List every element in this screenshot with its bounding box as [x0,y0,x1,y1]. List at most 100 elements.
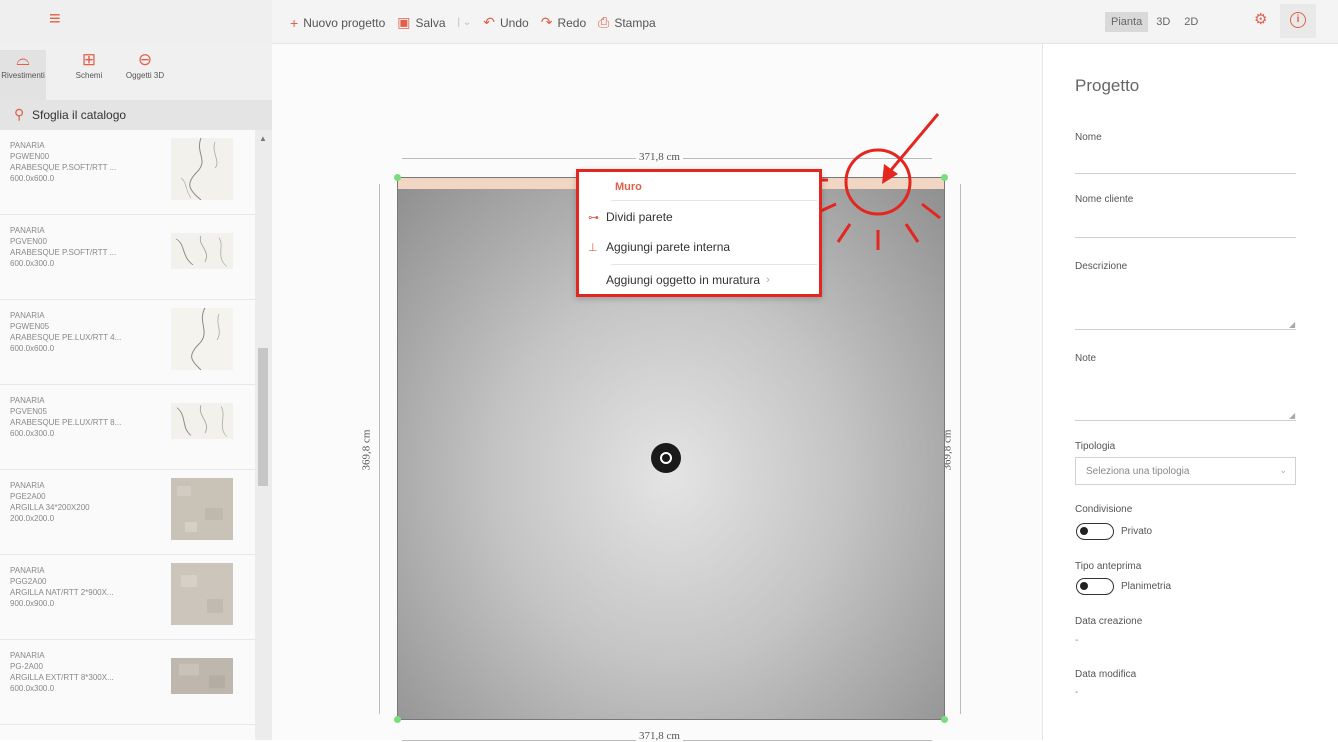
wall-context-menu: Muro ⊶ Dividi parete ⊥ Aggiungi parete i… [576,169,822,297]
description-field[interactable] [1075,329,1296,330]
tab-oggetti-3d[interactable]: ⊖ Oggetti 3D [122,50,168,80]
resize-grip-icon[interactable]: ◢ [1289,320,1295,329]
list-item[interactable]: PANARIA PG-2A00 ARGILLA EXT/RTT 8*300X..… [0,640,255,725]
redo-button[interactable]: ↷ Redo [541,14,586,31]
list-item[interactable]: PANARIA PGVEN05 ARABESQUE PE.LUX/RTT 8..… [0,385,255,470]
tab-oggetti-label: Oggetti 3D [125,71,165,80]
corner-handle[interactable] [941,716,948,723]
redo-icon: ↷ [540,14,553,30]
new-project-label: Nuovo progetto [303,15,386,30]
toolbar: + Nuovo progetto ▣ Salva | ⌄ ↶ Undo ↷ Re… [290,14,668,31]
tab-schemi-label: Schemi [75,71,103,80]
catalog-tabs: ⌓ Rivestimenti ⊞ Schemi ⊖ Oggetti 3D [0,44,272,100]
plus-icon: + [290,14,299,31]
product-thumbnail [171,308,233,370]
product-list: PANARIA PGWEN00 ARABESQUE P.SOFT/RTT ...… [0,130,255,740]
gear-icon[interactable]: ⚙ [1254,10,1267,28]
save-icon: ▣ [397,14,411,30]
catalog-scrollbar[interactable]: ▲ [255,130,272,740]
notes-label: Note [1075,353,1097,364]
view-tabs: Pianta 3D 2D [1105,12,1206,32]
page-title: Progetto [1075,76,1140,95]
save-dropdown-icon[interactable]: | ⌄ [458,17,472,28]
add-inner-wall-item[interactable]: ⊥ Aggiungi parete interna [588,240,730,254]
preview-type-label: Tipo anteprima [1075,561,1142,572]
tab-rivestimenti-label: Rivestimenti [1,71,45,80]
client-name-label: Nome cliente [1075,194,1134,205]
save-label: Salva [415,15,446,30]
print-button[interactable]: ⎙ Stampa [598,14,656,31]
sharing-value: Privato [1121,526,1153,537]
dimension-line-right [960,184,961,714]
chevron-right-icon: › [766,274,770,286]
undo-button[interactable]: ↶ Undo [483,14,528,31]
add-inner-wall-label: Aggiungi parete interna [606,240,731,254]
dimension-line-left [379,184,380,714]
list-item[interactable]: PANARIA PGG2A00 ARGILLA NAT/RTT 2*900X..… [0,555,255,640]
name-label: Nome [1075,132,1102,143]
grid-icon: ⊞ [81,50,97,69]
dimension-width-bottom: 371,8 cm [636,730,683,742]
search-icon: ⚲ [14,106,25,122]
object-icon: ⊖ [137,50,153,69]
tab-rivestimenti[interactable]: ⌓ Rivestimenti [0,50,46,100]
sharing-toggle[interactable] [1076,523,1114,540]
scroll-up-icon[interactable]: ▲ [259,134,267,143]
preview-type-value: Planimetria [1121,581,1172,592]
description-label: Descrizione [1075,261,1128,272]
add-masonry-object-label: Aggiungi oggetto in muratura [606,273,761,287]
corner-handle[interactable] [394,716,401,723]
catalog-search-label: Sfoglia il catalogo [32,108,127,122]
print-label: Stampa [614,15,656,30]
chevron-down-icon: ⌄ [1279,465,1287,475]
context-menu-title: Muro [615,181,642,193]
resize-grip-icon[interactable]: ◢ [1289,411,1295,420]
project-panel: Progetto Nome Nome cliente Descrizione ◢… [1042,44,1338,740]
product-thumbnail [171,403,233,439]
product-thumbnail [171,233,233,269]
type-select[interactable]: Seleziona una tipologia ⌄ [1075,457,1296,485]
sharing-label: Condivisione [1075,504,1133,515]
name-field[interactable] [1075,173,1296,174]
list-item[interactable]: PANARIA PGE2A00 ARGILLA 34*200X200 200.0… [0,470,255,555]
corner-handle[interactable] [394,174,401,181]
list-item[interactable]: PANARIA PGWEN00 ARABESQUE P.SOFT/RTT ...… [0,130,255,215]
modified-date-label: Data modifica [1075,669,1137,680]
notes-field[interactable] [1075,420,1296,421]
catalog-panel: ⌓ Rivestimenti ⊞ Schemi ⊖ Oggetti 3D ⚲ S… [0,44,272,740]
tab-schemi[interactable]: ⊞ Schemi [66,50,112,80]
split-wall-item[interactable]: ⊶ Dividi parete [588,210,673,224]
redo-label: Redo [557,15,587,30]
undo-label: Undo [500,15,529,30]
list-item[interactable]: PANARIA PGWEN05 ARABESQUE PE.LUX/RTT 4..… [0,300,255,385]
product-thumbnail [171,138,233,200]
tab-3d[interactable]: 3D [1150,12,1176,32]
divider [611,264,817,265]
tab-pianta[interactable]: Pianta [1105,12,1149,32]
dimension-height-left: 369,8 cm [360,426,373,474]
info-icon: i [1290,12,1306,28]
print-icon: ⎙ [598,14,610,30]
scrollbar-thumb[interactable] [258,348,268,486]
room-center-marker[interactable] [651,443,681,473]
created-date-label: Data creazione [1075,616,1143,627]
undo-icon: ↶ [483,14,496,30]
client-name-field[interactable] [1075,237,1296,238]
type-label: Tipologia [1075,441,1116,452]
save-button[interactable]: ▣ Salva [397,14,445,31]
tab-2d[interactable]: 2D [1178,12,1204,32]
add-masonry-object-item[interactable]: Aggiungi oggetto in muratura › [606,273,770,287]
product-thumbnail [171,563,233,625]
split-wall-label: Dividi parete [606,210,673,224]
menu-button[interactable]: ≡ [0,0,272,44]
new-project-button[interactable]: + Nuovo progetto [290,15,385,31]
tile-icon: ⌓ [16,50,30,69]
divider [611,200,817,201]
info-button[interactable]: i [1280,4,1316,38]
top-bar: ≡ + Nuovo progetto ▣ Salva | ⌄ ↶ Undo ↷ … [0,0,1338,44]
hamburger-icon: ≡ [49,8,61,30]
inner-wall-icon: ⊥ [588,241,598,254]
list-item[interactable]: PANARIA PGVEN00 ARABESQUE P.SOFT/RTT ...… [0,215,255,300]
catalog-search[interactable]: ⚲ Sfoglia il catalogo [0,100,272,130]
preview-type-toggle[interactable] [1076,578,1114,595]
